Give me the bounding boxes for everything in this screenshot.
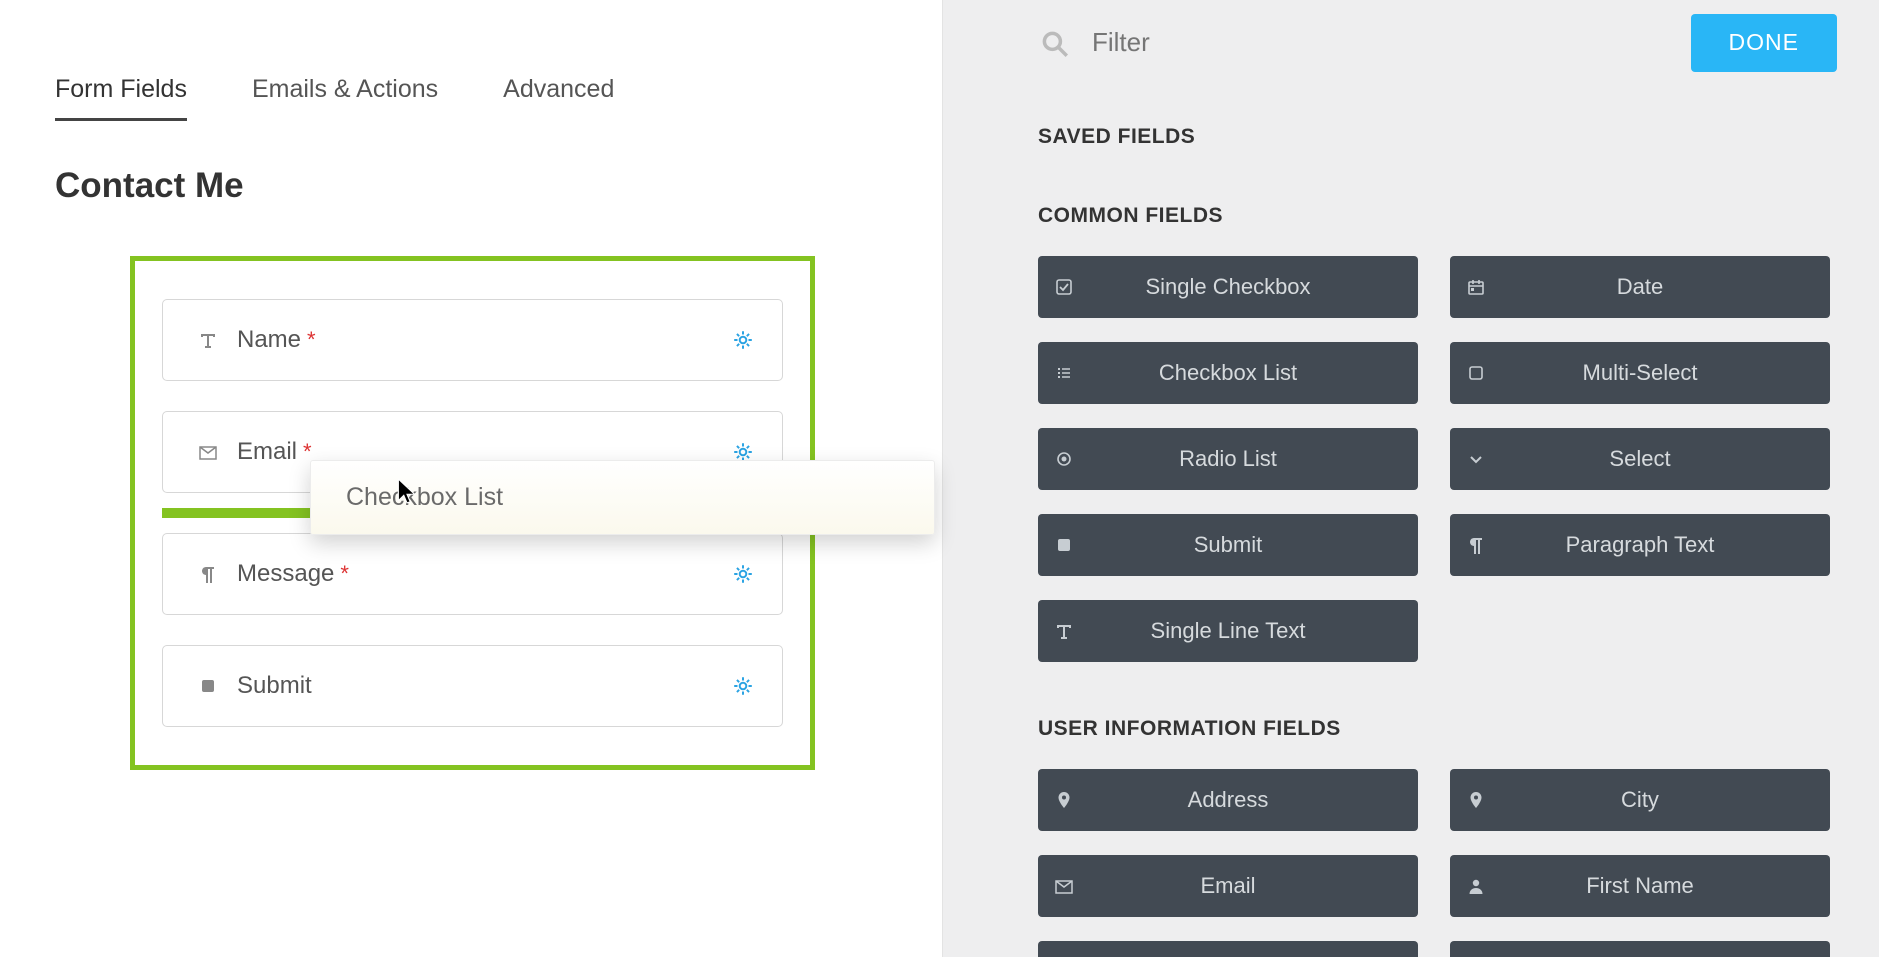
field-palette-panel: DONE SAVED FIELDS COMMON FIELDS Single C… — [943, 0, 1879, 957]
calendar-icon — [1450, 277, 1502, 297]
field-label: Email — [237, 438, 297, 466]
palette-item-label: Paragraph Text — [1502, 532, 1830, 558]
field-label: Submit — [237, 672, 312, 700]
palette-checkbox-list[interactable]: Checkbox List — [1038, 342, 1418, 404]
field-message[interactable]: Message * — [162, 533, 783, 615]
paragraph-icon — [1450, 535, 1502, 555]
chevron-down-icon — [1450, 449, 1502, 469]
palette-last-name[interactable]: Last Name — [1450, 941, 1830, 957]
palette-item-label: Address — [1090, 787, 1418, 813]
common-fields-heading: COMMON FIELDS — [1038, 204, 1837, 228]
palette-item-label: City — [1502, 787, 1830, 813]
palette-email[interactable]: Email — [1038, 855, 1418, 917]
radio-icon — [1038, 449, 1090, 469]
field-name[interactable]: Name * — [162, 299, 783, 381]
builder-tabs: Form Fields Emails & Actions Advanced — [55, 75, 942, 121]
palette-date[interactable]: Date — [1450, 256, 1830, 318]
palette-item-label: Single Line Text — [1090, 618, 1418, 644]
palette-first-name[interactable]: First Name — [1450, 855, 1830, 917]
required-indicator: * — [307, 327, 316, 353]
text-icon — [1038, 621, 1090, 641]
list-icon — [1038, 363, 1090, 383]
dragging-field-label: Checkbox List — [346, 483, 503, 512]
text-icon — [191, 330, 225, 350]
envelope-icon — [191, 442, 225, 462]
check-square-icon — [1038, 277, 1090, 297]
field-settings-button[interactable] — [732, 563, 754, 585]
cursor-icon — [395, 477, 419, 505]
required-indicator: * — [340, 561, 349, 587]
palette-item-label: Select — [1502, 446, 1830, 472]
common-fields-grid: Single Checkbox Date Checkbox List Multi… — [1038, 256, 1837, 662]
tab-emails-actions[interactable]: Emails & Actions — [252, 75, 438, 121]
palette-single-line-text[interactable]: Single Line Text — [1038, 600, 1418, 662]
palette-address[interactable]: Address — [1038, 769, 1418, 831]
field-submit[interactable]: Submit — [162, 645, 783, 727]
field-label: Message — [237, 560, 334, 588]
user-info-fields-heading: USER INFORMATION FIELDS — [1038, 717, 1837, 741]
palette-radio-list[interactable]: Radio List — [1038, 428, 1418, 490]
tab-advanced[interactable]: Advanced — [503, 75, 614, 121]
palette-select[interactable]: Select — [1450, 428, 1830, 490]
filter-input[interactable] — [1092, 27, 1392, 58]
palette-item-label: Multi-Select — [1502, 360, 1830, 386]
envelope-icon — [1038, 876, 1090, 896]
palette-multi-select[interactable]: Multi-Select — [1450, 342, 1830, 404]
form-title: Contact Me — [55, 166, 942, 206]
palette-top-bar: DONE — [1038, 0, 1837, 80]
search-icon — [1038, 27, 1070, 59]
pin-icon — [1038, 790, 1090, 810]
palette-item-label: Date — [1502, 274, 1830, 300]
palette-submit[interactable]: Submit — [1038, 514, 1418, 576]
palette-paragraph-text[interactable]: Paragraph Text — [1450, 514, 1830, 576]
tab-form-fields[interactable]: Form Fields — [55, 75, 187, 121]
done-button[interactable]: DONE — [1691, 14, 1837, 72]
palette-item-label: First Name — [1502, 873, 1830, 899]
user-fields-grid: Address City Email First Name State Last… — [1038, 769, 1837, 957]
palette-item-label: Radio List — [1090, 446, 1418, 472]
field-settings-button[interactable] — [732, 329, 754, 351]
palette-item-label: Single Checkbox — [1090, 274, 1418, 300]
palette-item-label: Checkbox List — [1090, 360, 1418, 386]
form-builder-panel: Form Fields Emails & Actions Advanced Co… — [0, 0, 943, 957]
palette-single-checkbox[interactable]: Single Checkbox — [1038, 256, 1418, 318]
palette-item-label: Email — [1090, 873, 1418, 899]
user-icon — [1450, 876, 1502, 896]
field-settings-button[interactable] — [732, 675, 754, 697]
palette-city[interactable]: City — [1450, 769, 1830, 831]
square-outline-icon — [1450, 363, 1502, 383]
drop-indicator — [162, 508, 317, 518]
palette-state[interactable]: State — [1038, 941, 1418, 957]
paragraph-icon — [191, 564, 225, 584]
saved-fields-heading: SAVED FIELDS — [1038, 125, 1837, 149]
field-label: Name — [237, 326, 301, 354]
pin-icon — [1450, 790, 1502, 810]
square-icon — [191, 676, 225, 696]
square-icon — [1038, 535, 1090, 555]
palette-item-label: Submit — [1090, 532, 1418, 558]
